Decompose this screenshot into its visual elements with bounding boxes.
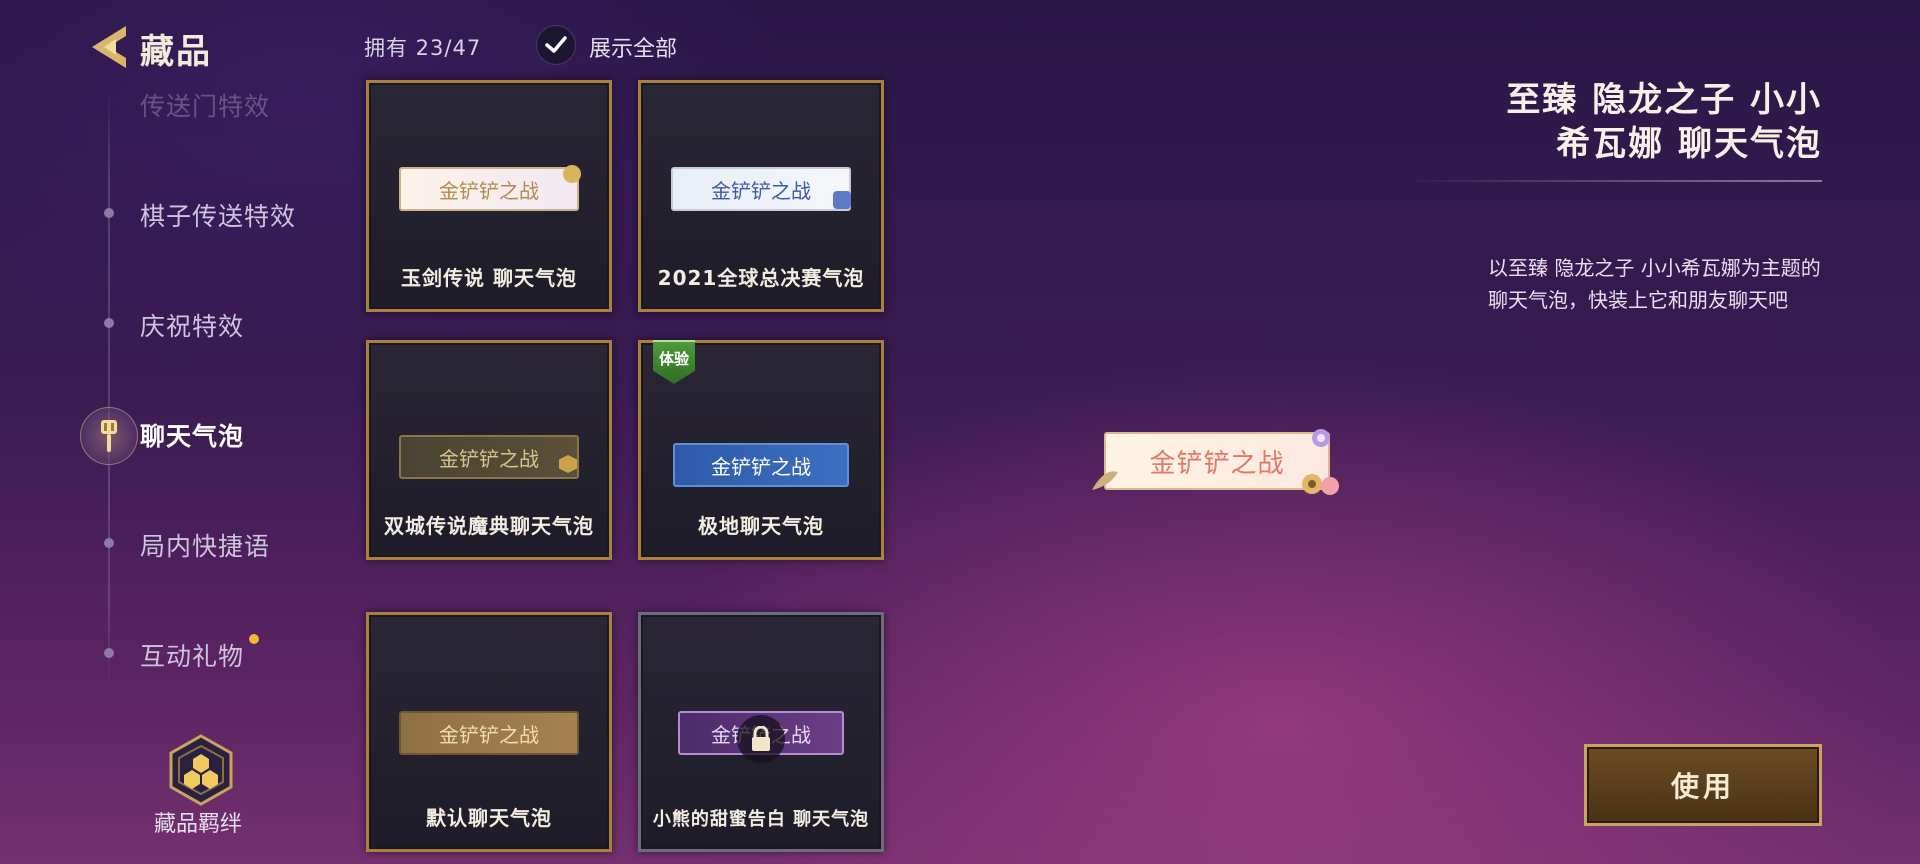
bubble-card-polar[interactable]: 体验 金铲铲之战 极地聊天气泡: [638, 340, 884, 560]
owned-count: 拥有 23/47: [364, 36, 482, 60]
flower-ornament-icon: [1302, 474, 1339, 495]
show-all-label[interactable]: 展示全部: [589, 31, 677, 63]
back-arrow-icon: [92, 26, 126, 68]
notification-dot: [249, 634, 259, 644]
card-name: 极地聊天气泡: [698, 514, 824, 538]
sidebar-item-celebration-effects[interactable]: 庆祝特效: [140, 307, 244, 343]
detail-description: 以至臻 隐龙之子 小小希瓦娜为主题的聊天气泡，快装上它和朋友聊天吧: [1488, 256, 1821, 312]
collection-bond-button[interactable]: [168, 734, 234, 806]
worlds-emblem-icon: [833, 191, 851, 209]
bubble-card-default[interactable]: 金铲铲之战 默认聊天气泡: [366, 612, 612, 852]
bubble-card-arcane-grimoire[interactable]: 金铲铲之战 双城传说魔典聊天气泡: [366, 340, 612, 560]
sidebar-dot: [104, 208, 114, 218]
bubble-card-worlds-2021[interactable]: 金铲铲之战 2021全球总决赛气泡: [638, 80, 884, 312]
sidebar-active-marker: [80, 407, 138, 465]
card-name: 玉剑传说 聊天气泡: [401, 266, 577, 290]
sidebar-item-piece-teleport-effects[interactable]: 棋子传送特效: [140, 197, 296, 233]
bubble-card-jade-sword[interactable]: 金铲铲之战 玉剑传说 聊天气泡: [366, 80, 612, 312]
use-button[interactable]: 使用: [1584, 744, 1822, 826]
bubble-preview: 金铲铲之战: [399, 167, 579, 211]
card-name: 双城传说魔典聊天气泡: [384, 514, 594, 538]
leaf-ornament-icon: [1092, 471, 1118, 490]
sidebar-rail: [108, 88, 110, 688]
bubble-card-bear-confession[interactable]: 金铲铲之战 小熊的甜蜜告白 聊天气泡: [638, 612, 884, 852]
sidebar-dot: [104, 318, 114, 328]
sidebar-item-portal-effects[interactable]: 传送门特效: [140, 87, 270, 123]
detail-title: 至臻 隐龙之子 小小 希瓦娜 聊天气泡: [1506, 80, 1822, 164]
card-name: 2021全球总决赛气泡: [657, 266, 865, 290]
detail-divider: [1400, 180, 1822, 182]
checkmark-icon: [545, 36, 567, 53]
sidebar-item-quick-phrases[interactable]: 局内快捷语: [140, 527, 270, 563]
bubble-preview: 金铲铲之战: [399, 711, 579, 755]
hexagon-cells-icon: [169, 734, 233, 806]
swirl-ornament-icon: [1312, 429, 1330, 447]
sidebar-item-interactive-gifts[interactable]: 互动礼物: [140, 637, 244, 673]
spatula-icon: [101, 420, 117, 452]
bubble-preview: 金铲铲之战: [671, 167, 851, 211]
bubble-preview-large: 金铲铲之战: [1104, 432, 1330, 490]
sidebar-dot: [104, 538, 114, 548]
sidebar-dot: [104, 648, 114, 658]
sidebar-item-chat-bubbles[interactable]: 聊天气泡: [140, 417, 244, 453]
card-name: 小熊的甜蜜告白 聊天气泡: [652, 809, 870, 830]
card-name: 默认聊天气泡: [426, 806, 552, 830]
ornament-icon: [563, 165, 581, 183]
back-button[interactable]: [86, 22, 130, 72]
show-all-checkbox[interactable]: [536, 25, 576, 65]
trial-tag: 体验: [653, 340, 695, 384]
lock-icon: [737, 715, 785, 763]
collection-bond-label: 藏品羁绊: [154, 812, 243, 837]
page-title: 藏品: [140, 32, 212, 72]
bubble-preview: 金铲铲之战: [673, 443, 849, 487]
bubble-preview: 金铲铲之战: [399, 435, 579, 479]
